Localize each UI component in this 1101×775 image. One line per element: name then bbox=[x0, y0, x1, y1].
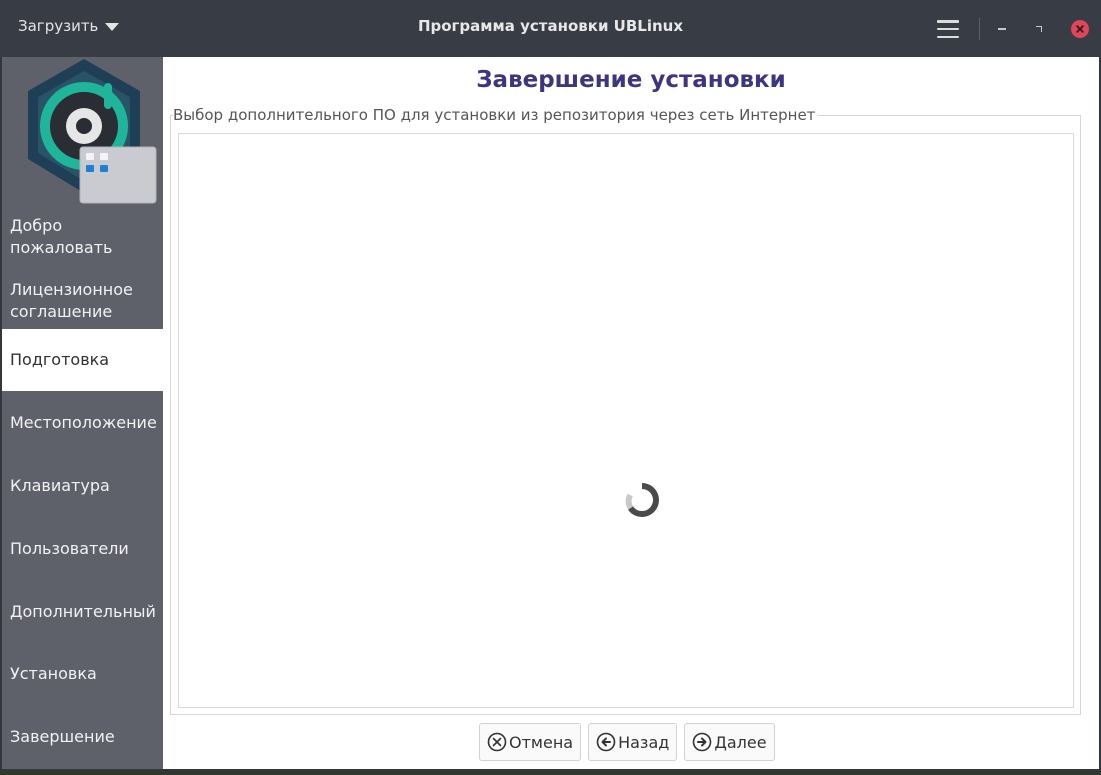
sidebar-item-additional[interactable]: Дополнительный bbox=[2, 581, 163, 643]
sidebar-item-keyboard[interactable]: Клавиатура bbox=[2, 455, 163, 517]
sidebar-item-location[interactable]: Местоположение bbox=[2, 391, 163, 455]
main-panel: Завершение установки Выбор дополнительно… bbox=[163, 57, 1099, 769]
sidebar-item-completion[interactable]: Завершение bbox=[2, 705, 163, 769]
navigation-buttons: Отмена Назад Далее bbox=[479, 723, 775, 761]
window-controls bbox=[937, 16, 1089, 42]
next-button[interactable]: Далее bbox=[684, 723, 775, 761]
cancel-button[interactable]: Отмена bbox=[479, 723, 582, 761]
groupbox-label: Выбор дополнительного ПО для установки и… bbox=[173, 106, 818, 124]
sidebar: Добро пожаловать Лицензионное соглашение… bbox=[2, 57, 163, 769]
sidebar-item-welcome[interactable]: Добро пожаловать bbox=[2, 211, 163, 263]
installer-window: Загрузить Программа установки UBLinux До… bbox=[0, 0, 1101, 771]
arrow-right-circle-icon bbox=[693, 732, 712, 752]
ublinux-logo-icon bbox=[28, 59, 157, 204]
close-button[interactable] bbox=[1071, 20, 1089, 38]
hamburger-icon[interactable] bbox=[937, 20, 959, 38]
back-button[interactable]: Назад bbox=[588, 723, 678, 761]
window-title: Программа установки UBLinux bbox=[417, 17, 684, 35]
sidebar-item-installation[interactable]: Установка bbox=[2, 643, 163, 705]
back-button-label: Назад bbox=[618, 732, 670, 752]
sidebar-item-users[interactable]: Пользователи bbox=[2, 517, 163, 581]
caret-down-icon bbox=[105, 22, 120, 31]
cancel-circle-icon bbox=[487, 732, 507, 752]
arrow-left-circle-icon bbox=[596, 732, 616, 752]
maximize-button[interactable] bbox=[1036, 26, 1043, 33]
minimize-button[interactable] bbox=[998, 28, 1006, 30]
load-menu-button[interactable]: Загрузить bbox=[18, 17, 120, 35]
next-button-label: Далее bbox=[714, 732, 767, 752]
software-list[interactable] bbox=[178, 133, 1074, 708]
page-title: Завершение установки bbox=[476, 67, 786, 93]
loading-spinner-icon bbox=[625, 483, 659, 517]
sidebar-item-license[interactable]: Лицензионное соглашение bbox=[2, 273, 163, 329]
sidebar-item-preparation[interactable]: Подготовка bbox=[2, 329, 163, 391]
titlebar-separator bbox=[979, 18, 980, 40]
load-menu-label: Загрузить bbox=[18, 17, 99, 35]
cancel-button-label: Отмена bbox=[509, 732, 574, 752]
title-bar: Загрузить Программа установки UBLinux bbox=[0, 0, 1101, 57]
